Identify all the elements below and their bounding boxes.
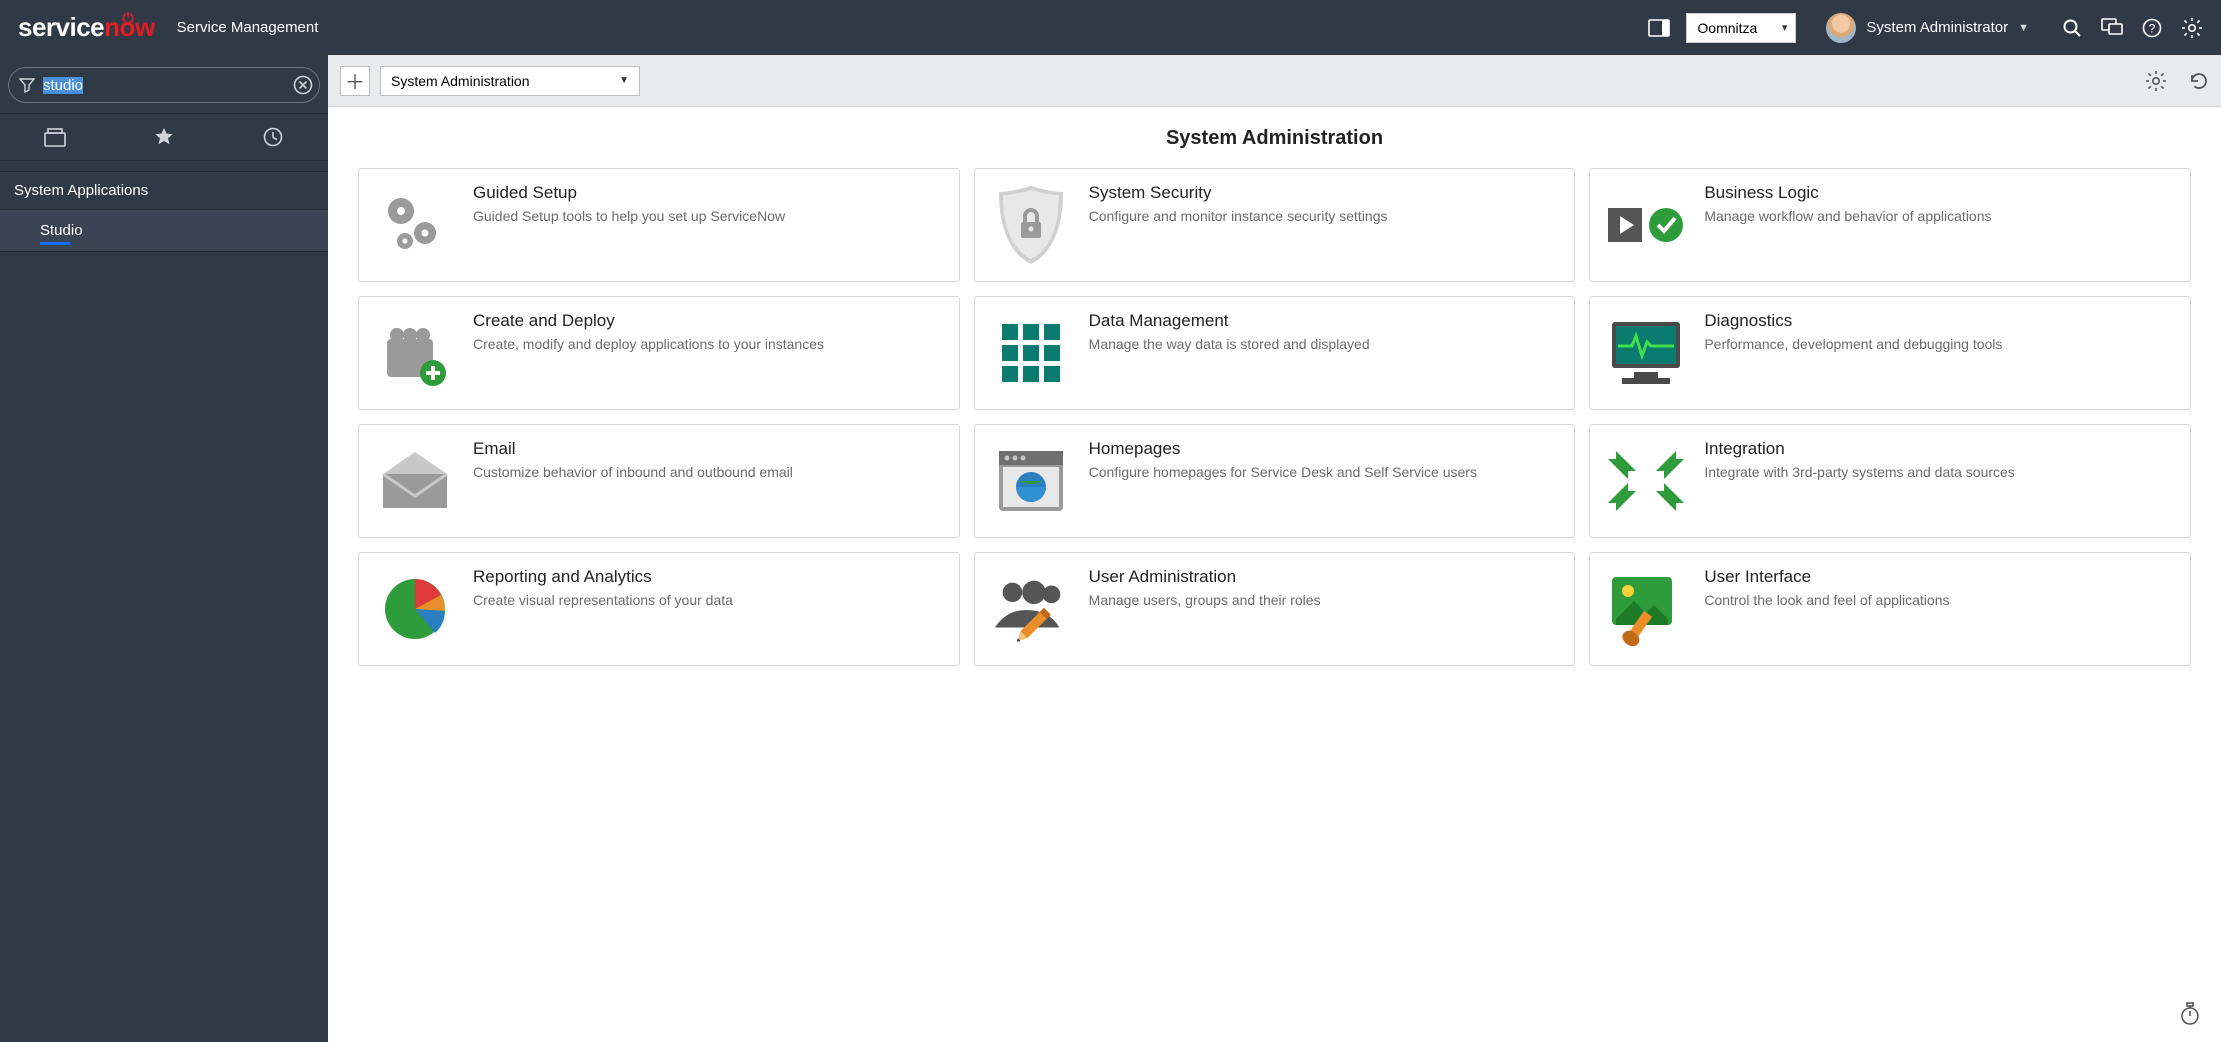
- image-brush-icon: [1604, 567, 1688, 651]
- card-desc: Configure and monitor instance security …: [1089, 207, 1559, 226]
- page-title: System Administration: [358, 127, 2191, 150]
- nav-filter-input[interactable]: [43, 77, 285, 94]
- help-icon[interactable]: ?: [2141, 17, 2163, 39]
- card-desc: Manage users, groups and their roles: [1089, 591, 1559, 610]
- scope-select[interactable]: System Administration: [380, 66, 640, 96]
- shield-lock-icon: [989, 183, 1073, 267]
- card-title: Integration: [1704, 439, 2174, 459]
- user-name: System Administrator: [1866, 19, 2008, 36]
- card-business-logic[interactable]: Business Logic Manage workflow and behav…: [1589, 168, 2191, 282]
- card-data-management[interactable]: Data Management Manage the way data is s…: [974, 296, 1576, 410]
- card-desc: Integrate with 3rd-party systems and dat…: [1704, 463, 2174, 482]
- nav-tabs: [0, 113, 328, 161]
- response-time-icon[interactable]: [2179, 1002, 2201, 1026]
- browser-globe-icon: [989, 439, 1073, 523]
- refresh-icon[interactable]: [2189, 71, 2209, 91]
- card-desc: Create, modify and deploy applications t…: [473, 335, 943, 354]
- header-actions: ?: [2061, 17, 2203, 39]
- card-homepages[interactable]: Homepages Configure homepages for Servic…: [974, 424, 1576, 538]
- tab-all-applications[interactable]: [0, 114, 109, 160]
- pie-chart-icon: [373, 567, 457, 651]
- card-title: Create and Deploy: [473, 311, 943, 331]
- content-toolbar: ＋ System Administration: [328, 55, 2221, 107]
- user-menu[interactable]: System Administrator ▼: [1826, 13, 2029, 43]
- monitor-pulse-icon: [1604, 311, 1688, 395]
- global-header: serviceno⏻w Service Management Oomnitza …: [0, 0, 2221, 55]
- chat-icon[interactable]: [2101, 17, 2123, 39]
- tab-history[interactable]: [219, 114, 328, 160]
- arrows-in-icon: [1604, 439, 1688, 523]
- left-nav: System Applications Studio: [0, 55, 328, 1042]
- funnel-icon: [19, 77, 35, 93]
- card-title: User Administration: [1089, 567, 1559, 587]
- card-title: Homepages: [1089, 439, 1559, 459]
- nav-group-system-applications[interactable]: System Applications: [0, 171, 328, 210]
- logo-text: serviceno⏻w: [18, 12, 155, 43]
- card-user-interface[interactable]: User Interface Control the look and feel…: [1589, 552, 2191, 666]
- card-desc: Create visual representations of your da…: [473, 591, 943, 610]
- card-desc: Performance, development and debugging t…: [1704, 335, 2174, 354]
- play-check-icon: [1604, 183, 1688, 267]
- card-title: Guided Setup: [473, 183, 943, 203]
- card-system-security[interactable]: System Security Configure and monitor in…: [974, 168, 1576, 282]
- card-user-administration[interactable]: User Administration Manage users, groups…: [974, 552, 1576, 666]
- card-title: Reporting and Analytics: [473, 567, 943, 587]
- nav-filter[interactable]: [8, 67, 320, 103]
- card-email[interactable]: Email Customize behavior of inbound and …: [358, 424, 960, 538]
- card-create-and-deploy[interactable]: Create and Deploy Create, modify and dep…: [358, 296, 960, 410]
- card-desc: Configure homepages for Service Desk and…: [1089, 463, 1559, 482]
- logo: serviceno⏻w: [18, 12, 155, 43]
- header-subtitle: Service Management: [177, 19, 319, 36]
- card-title: System Security: [1089, 183, 1559, 203]
- application-picker-value: Oomnitza: [1697, 20, 1757, 36]
- card-guided-setup[interactable]: Guided Setup Guided Setup tools to help …: [358, 168, 960, 282]
- gears-icon: [373, 183, 457, 267]
- card-title: User Interface: [1704, 567, 2174, 587]
- toolbar-gear-icon[interactable]: [2145, 70, 2167, 92]
- clear-filter-icon[interactable]: [293, 75, 313, 95]
- card-desc: Manage the way data is stored and displa…: [1089, 335, 1559, 354]
- card-integration[interactable]: Integration Integrate with 3rd-party sys…: [1589, 424, 2191, 538]
- application-picker[interactable]: Oomnitza: [1686, 13, 1796, 43]
- card-desc: Control the look and feel of application…: [1704, 591, 2174, 610]
- card-title: Email: [473, 439, 943, 459]
- tab-favorites[interactable]: [109, 114, 218, 160]
- card-title: Data Management: [1089, 311, 1559, 331]
- blocks-plus-icon: [373, 311, 457, 395]
- card-desc: Manage workflow and behavior of applicat…: [1704, 207, 2174, 226]
- card-desc: Customize behavior of inbound and outbou…: [473, 463, 943, 482]
- search-icon[interactable]: [2061, 17, 2083, 39]
- card-desc: Guided Setup tools to help you set up Se…: [473, 207, 943, 226]
- card-reporting-analytics[interactable]: Reporting and Analytics Create visual re…: [358, 552, 960, 666]
- card-grid: Guided Setup Guided Setup tools to help …: [358, 168, 2191, 666]
- chevron-down-icon: ▼: [2018, 22, 2029, 34]
- main-content: ＋ System Administration System Administr…: [328, 55, 2221, 1042]
- svg-text:?: ?: [2149, 21, 2156, 35]
- card-title: Business Logic: [1704, 183, 2174, 203]
- envelope-icon: [373, 439, 457, 523]
- avatar: [1826, 13, 1856, 43]
- nav-item-studio[interactable]: Studio: [0, 210, 328, 252]
- scope-select-value: System Administration: [391, 73, 530, 89]
- add-content-button[interactable]: ＋: [340, 66, 370, 96]
- gear-icon[interactable]: [2181, 17, 2203, 39]
- card-diagnostics[interactable]: Diagnostics Performance, development and…: [1589, 296, 2191, 410]
- card-title: Diagnostics: [1704, 311, 2174, 331]
- users-pencil-icon: [989, 567, 1073, 651]
- grid-icon: [989, 311, 1073, 395]
- update-set-icon[interactable]: [1648, 17, 1670, 39]
